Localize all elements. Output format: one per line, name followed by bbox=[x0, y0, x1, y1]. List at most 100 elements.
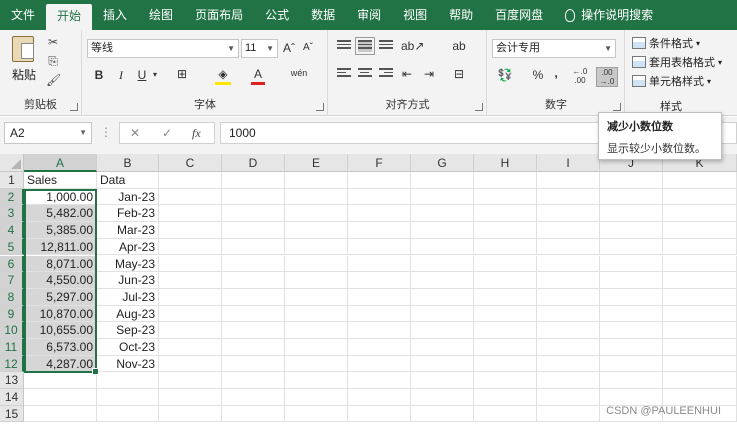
cell-d3[interactable] bbox=[222, 205, 285, 223]
cell-b13[interactable] bbox=[97, 372, 159, 390]
underline-button[interactable]: U bbox=[136, 67, 148, 83]
format-as-table-button[interactable]: 套用表格格式 ▾ bbox=[632, 54, 722, 70]
cell-i6[interactable] bbox=[537, 255, 600, 273]
cell-i14[interactable] bbox=[537, 389, 600, 406]
row-header[interactable]: 11 bbox=[0, 339, 24, 356]
cell-h2[interactable] bbox=[474, 188, 537, 206]
cell-e6[interactable] bbox=[285, 255, 348, 273]
column-header-a[interactable]: A bbox=[24, 154, 97, 172]
cell-i3[interactable] bbox=[537, 205, 600, 223]
cell-c10[interactable] bbox=[159, 322, 222, 339]
cell-d12[interactable] bbox=[222, 355, 285, 373]
fill-color-icon[interactable]: ◈ bbox=[215, 66, 231, 82]
cell-c2[interactable] bbox=[159, 188, 222, 206]
cell-h13[interactable] bbox=[474, 372, 537, 390]
cell-d9[interactable] bbox=[222, 305, 285, 323]
format-painter-icon[interactable]: 🖌 bbox=[46, 74, 61, 86]
cell-k5[interactable] bbox=[663, 238, 737, 256]
cell-g13[interactable] bbox=[411, 372, 474, 390]
cell-styles-button[interactable]: 单元格样式 ▾ bbox=[632, 73, 711, 89]
cell-a14[interactable] bbox=[24, 389, 97, 406]
cell-d6[interactable] bbox=[222, 255, 285, 273]
cell-e9[interactable] bbox=[285, 305, 348, 323]
cell-a11[interactable]: 6,573.00 bbox=[24, 339, 97, 356]
align-left-icon[interactable] bbox=[337, 68, 351, 80]
cell-j7[interactable] bbox=[600, 272, 663, 289]
cell-h5[interactable] bbox=[474, 238, 537, 256]
row-header[interactable]: 2 bbox=[0, 188, 24, 206]
cell-a1[interactable]: Sales bbox=[24, 172, 97, 189]
cell-g6[interactable] bbox=[411, 255, 474, 273]
comma-style-button[interactable]: , bbox=[551, 65, 561, 81]
tab-view[interactable]: 视图 bbox=[392, 0, 438, 30]
cell-k2[interactable] bbox=[663, 188, 737, 206]
copy-icon[interactable]: ⎘ bbox=[46, 55, 60, 67]
font-size-combo[interactable]: 11 ▼ bbox=[241, 39, 278, 58]
cell-i7[interactable] bbox=[537, 272, 600, 289]
cell-e2[interactable] bbox=[285, 188, 348, 206]
cell-c6[interactable] bbox=[159, 255, 222, 273]
cell-g5[interactable] bbox=[411, 238, 474, 256]
cell-a7[interactable]: 4,550.00 bbox=[24, 272, 97, 289]
tab-review[interactable]: 审阅 bbox=[346, 0, 392, 30]
increase-decimal-button[interactable]: ←.0 .00 bbox=[570, 67, 590, 85]
cell-i13[interactable] bbox=[537, 372, 600, 390]
cell-h10[interactable] bbox=[474, 322, 537, 339]
cell-k4[interactable] bbox=[663, 222, 737, 239]
cell-a4[interactable]: 5,385.00 bbox=[24, 222, 97, 239]
cell-b12[interactable]: Nov-23 bbox=[97, 355, 159, 373]
cell-e10[interactable] bbox=[285, 322, 348, 339]
cell-j12[interactable] bbox=[600, 355, 663, 373]
cell-i9[interactable] bbox=[537, 305, 600, 323]
cell-h14[interactable] bbox=[474, 389, 537, 406]
cell-c8[interactable] bbox=[159, 288, 222, 306]
cell-d15[interactable] bbox=[222, 405, 285, 423]
cell-a15[interactable] bbox=[24, 405, 97, 423]
font-name-combo[interactable]: 等线 ▼ bbox=[87, 39, 239, 58]
row-header[interactable]: 10 bbox=[0, 322, 24, 339]
cell-k10[interactable] bbox=[663, 322, 737, 339]
cell-i1[interactable] bbox=[537, 172, 600, 189]
cell-k9[interactable] bbox=[663, 305, 737, 323]
cell-h6[interactable] bbox=[474, 255, 537, 273]
formula-bar-splitter[interactable]: ⋮ bbox=[100, 125, 112, 139]
cell-k12[interactable] bbox=[663, 355, 737, 373]
cell-j3[interactable] bbox=[600, 205, 663, 223]
cell-a5[interactable]: 12,811.00 bbox=[24, 238, 97, 256]
tab-data[interactable]: 数据 bbox=[300, 0, 346, 30]
select-all-button[interactable] bbox=[0, 154, 24, 172]
align-bottom-icon[interactable] bbox=[379, 40, 393, 52]
row-header[interactable]: 7 bbox=[0, 272, 24, 289]
percent-style-button[interactable]: % bbox=[532, 67, 544, 83]
cell-c11[interactable] bbox=[159, 339, 222, 356]
increase-indent-icon[interactable]: ⇥ bbox=[421, 66, 437, 82]
cell-d2[interactable] bbox=[222, 188, 285, 206]
cell-c4[interactable] bbox=[159, 222, 222, 239]
cell-e4[interactable] bbox=[285, 222, 348, 239]
cell-f5[interactable] bbox=[348, 238, 411, 256]
chevron-down-icon[interactable]: ▾ bbox=[150, 67, 160, 83]
column-header-e[interactable]: E bbox=[285, 154, 348, 172]
cell-j5[interactable] bbox=[600, 238, 663, 256]
tab-baidu-netdisk[interactable]: 百度网盘 bbox=[484, 0, 554, 30]
row-header[interactable]: 9 bbox=[0, 305, 24, 323]
column-header-b[interactable]: B bbox=[97, 154, 159, 172]
cell-b2[interactable]: Jan-23 bbox=[97, 188, 159, 206]
cell-b8[interactable]: Jul-23 bbox=[97, 288, 159, 306]
cell-f8[interactable] bbox=[348, 288, 411, 306]
cell-b7[interactable]: Jun-23 bbox=[97, 272, 159, 289]
cell-h12[interactable] bbox=[474, 355, 537, 373]
paste-button[interactable]: 粘贴 bbox=[12, 66, 36, 83]
paste-icon[interactable] bbox=[12, 36, 34, 62]
cell-e1[interactable] bbox=[285, 172, 348, 189]
cell-c7[interactable] bbox=[159, 272, 222, 289]
cell-d1[interactable] bbox=[222, 172, 285, 189]
cell-j2[interactable] bbox=[600, 188, 663, 206]
cell-i4[interactable] bbox=[537, 222, 600, 239]
column-header-i[interactable]: I bbox=[537, 154, 600, 172]
cell-d13[interactable] bbox=[222, 372, 285, 390]
cell-i15[interactable] bbox=[537, 405, 600, 423]
align-middle-icon[interactable] bbox=[355, 37, 375, 55]
cell-c13[interactable] bbox=[159, 372, 222, 390]
cell-f3[interactable] bbox=[348, 205, 411, 223]
